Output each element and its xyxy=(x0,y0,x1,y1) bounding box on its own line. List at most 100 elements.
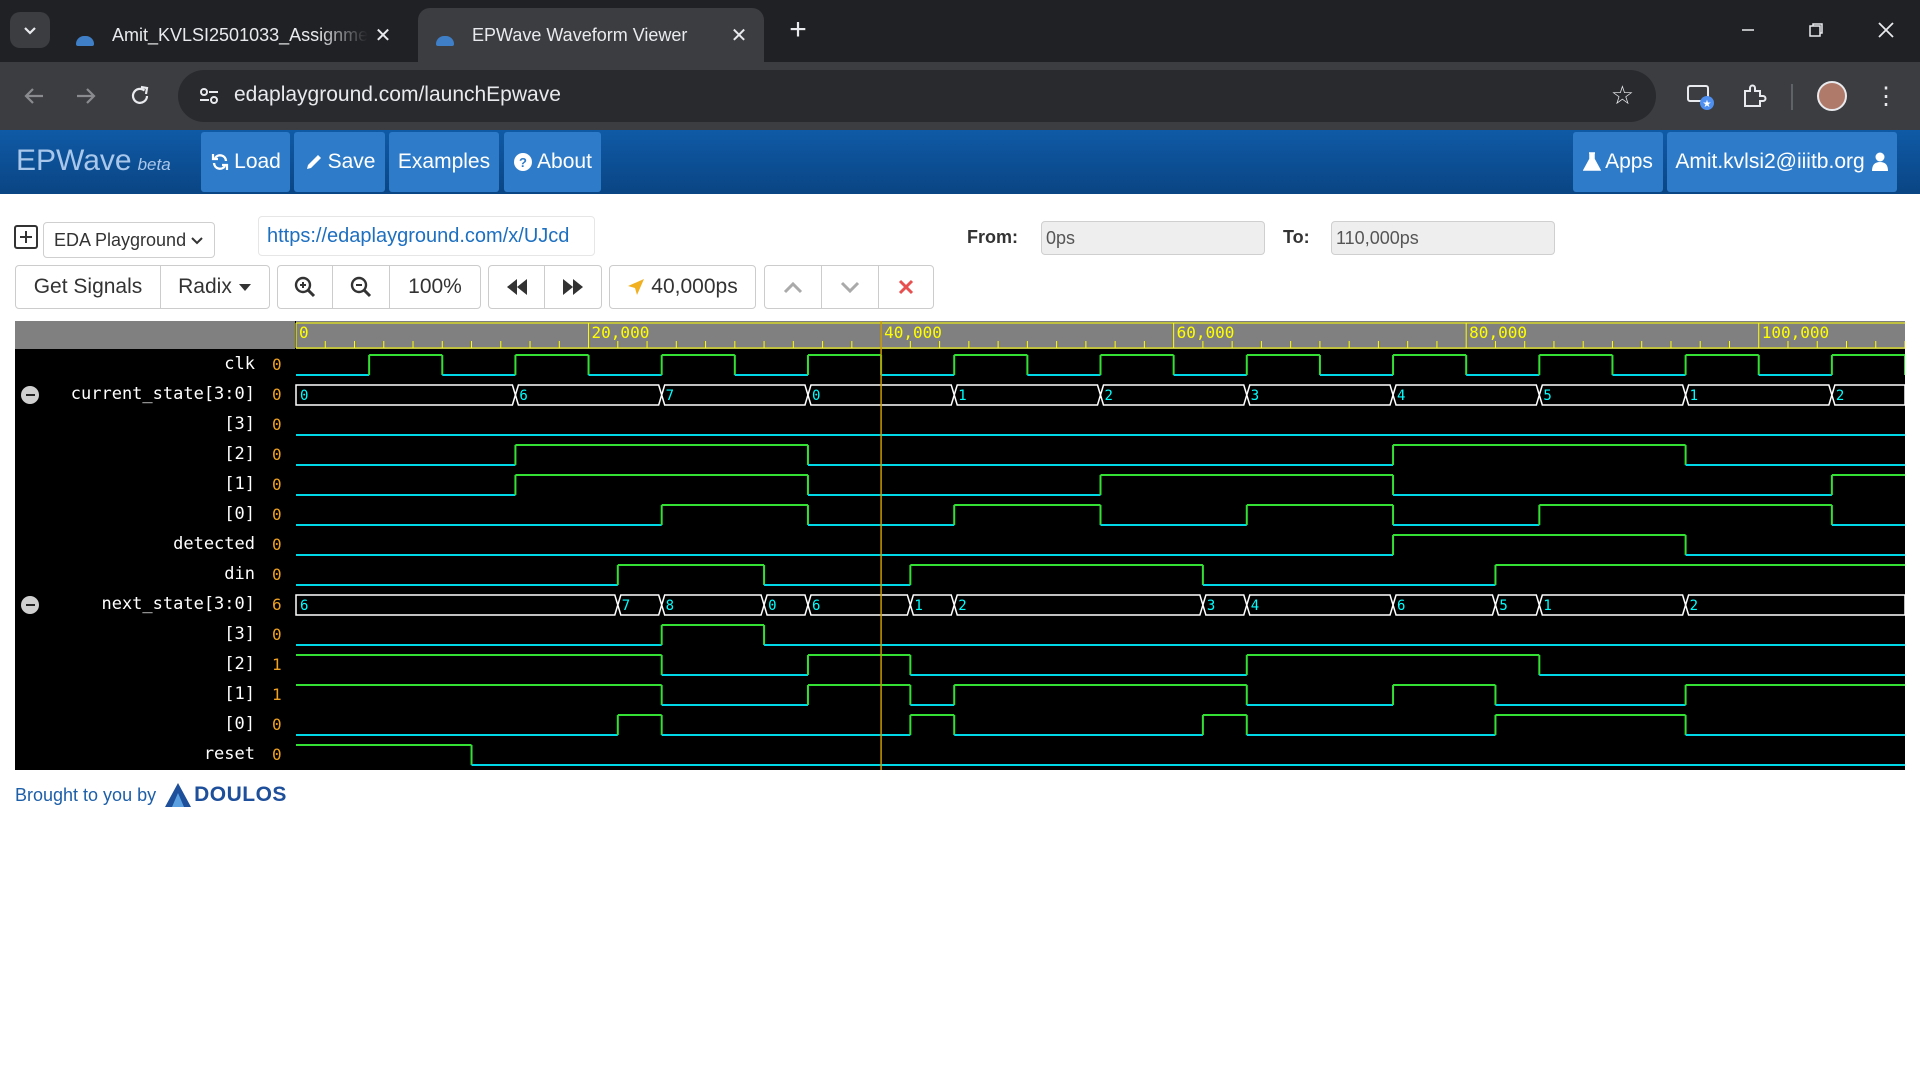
signal-name[interactable]: reset xyxy=(204,744,255,764)
signal-name[interactable]: detected xyxy=(173,534,255,554)
bus-value-label: 6 xyxy=(519,388,527,404)
browser-tabstrip: Amit_KVLSI2501033_Assignment ✕ EPWave Wa… xyxy=(0,0,1920,62)
tab-assignment[interactable]: Amit_KVLSI2501033_Assignment ✕ xyxy=(58,8,408,62)
signal-name[interactable]: [3] xyxy=(224,624,255,644)
collapse-bus-icon[interactable] xyxy=(21,386,39,404)
back-button[interactable] xyxy=(14,76,54,116)
bus-value-label: 7 xyxy=(666,388,674,404)
bus-segment xyxy=(953,384,1102,406)
load-button[interactable]: Load xyxy=(201,132,290,192)
waveform-canvas[interactable]: 0 20,000 40,000 60,000 80,000 100,000 0 6 7 0 1 2 3 4… xyxy=(15,321,1905,770)
tab-epwave[interactable]: EPWave Waveform Viewer ✕ xyxy=(418,8,764,62)
bus-value-label: 6 xyxy=(812,598,820,614)
bus-segment xyxy=(1099,384,1248,406)
signal-value: 0 xyxy=(272,355,282,374)
zoom-level[interactable]: 100% xyxy=(389,265,481,309)
footer-text: Brought to you by xyxy=(15,784,157,805)
new-tab-button[interactable]: + xyxy=(780,12,816,48)
about-button[interactable]: ? About xyxy=(504,132,601,192)
move-signal-down-button[interactable] xyxy=(821,265,879,309)
radix-dropdown[interactable]: Radix xyxy=(160,265,270,309)
bus-segment xyxy=(295,384,517,406)
examples-button[interactable]: Examples xyxy=(389,132,499,192)
previous-edge-button[interactable] xyxy=(488,265,545,309)
ruler-label: 40,000 xyxy=(884,323,942,342)
signal-name[interactable]: next_state[3:0] xyxy=(101,594,255,614)
signal-name[interactable]: [2] xyxy=(224,444,255,464)
signal-name[interactable]: din xyxy=(224,564,255,584)
svg-text:★: ★ xyxy=(1703,99,1712,110)
chevron-down-icon xyxy=(24,27,36,35)
signal-name[interactable]: clk xyxy=(224,354,255,374)
signal-value: 0 xyxy=(272,625,282,644)
source-select[interactable]: EDA Playground xyxy=(43,222,215,258)
zoom-in-button[interactable] xyxy=(277,265,333,309)
bus-segment xyxy=(807,594,912,616)
url-text[interactable]: edaplayground.com/launchEpwave xyxy=(234,83,561,107)
user-icon xyxy=(1871,152,1888,171)
add-panel-button[interactable] xyxy=(14,225,38,249)
forward-button[interactable] xyxy=(66,76,106,116)
signal-name[interactable]: current_state[3:0] xyxy=(71,384,255,404)
signal-name[interactable]: [0] xyxy=(224,714,255,734)
bus-value-label: 2 xyxy=(1105,388,1113,404)
reload-button[interactable] xyxy=(120,76,160,116)
profile-avatar[interactable] xyxy=(1814,78,1850,114)
load-label: Load xyxy=(234,150,281,173)
close-tab-icon[interactable]: ✕ xyxy=(724,23,754,48)
site-settings-icon[interactable] xyxy=(194,82,224,110)
refresh-icon xyxy=(212,154,229,170)
from-time-input[interactable]: 0ps xyxy=(1041,221,1265,255)
user-account-button[interactable]: Amit.kvlsi2@iiitb.org xyxy=(1667,132,1897,192)
browser-menu-icon[interactable]: ⋮ xyxy=(1868,78,1904,114)
bus-value-label: 5 xyxy=(1499,598,1507,614)
user-email: Amit.kvlsi2@iiitb.org xyxy=(1675,150,1865,173)
cursor-time-label: 40,000ps xyxy=(651,275,738,298)
address-bar[interactable]: edaplayground.com/launchEpwave ☆ xyxy=(178,70,1656,122)
save-button[interactable]: Save xyxy=(294,132,385,192)
epwave-logo[interactable]: EPWave beta xyxy=(16,144,171,178)
signal-name[interactable]: [1] xyxy=(224,684,255,704)
close-window-button[interactable] xyxy=(1858,10,1914,50)
bus-value-label: 6 xyxy=(300,598,308,614)
waveform-panel[interactable]: 0 20,000 40,000 60,000 80,000 100,000 0 6 7 0 1 2 3 4… xyxy=(15,321,1905,770)
bus-value-label: 2 xyxy=(1836,388,1844,404)
bus-value-label: 1 xyxy=(958,388,966,404)
reload-icon xyxy=(131,85,149,104)
restore-icon xyxy=(1809,23,1823,37)
restore-button[interactable] xyxy=(1788,10,1844,50)
tab-search-button[interactable] xyxy=(10,12,50,48)
remove-signal-button[interactable] xyxy=(878,265,934,309)
get-signals-button[interactable]: Get Signals xyxy=(15,265,161,309)
bus-segment xyxy=(1392,384,1541,406)
signal-name[interactable]: [1] xyxy=(224,474,255,494)
footer-credit: Brought to you by DOULOS xyxy=(15,782,287,808)
collapse-bus-icon[interactable] xyxy=(21,596,39,614)
cast-extension-icon[interactable]: ★ xyxy=(1682,78,1718,114)
minimize-button[interactable] xyxy=(1720,10,1776,50)
cursor-time-button[interactable]: 40,000ps xyxy=(609,265,756,309)
bus-segment xyxy=(1538,384,1687,406)
signal-name[interactable]: [3] xyxy=(224,414,255,434)
bus-segment xyxy=(1684,384,1833,406)
zoom-out-button[interactable] xyxy=(332,265,390,309)
plus-square-icon xyxy=(20,231,32,243)
to-time-input[interactable]: 110,000ps xyxy=(1331,221,1555,255)
bus-value-label: 0 xyxy=(300,388,308,404)
doulos-logo[interactable]: DOULOS xyxy=(164,782,287,808)
close-x-icon xyxy=(898,279,914,295)
signal-name[interactable]: [0] xyxy=(224,504,255,524)
brand-name: EPWave xyxy=(16,144,132,177)
next-edge-button[interactable] xyxy=(544,265,602,309)
radix-label: Radix xyxy=(178,275,232,298)
close-tab-icon[interactable]: ✕ xyxy=(368,23,398,48)
share-link[interactable]: https://edaplayground.com/x/UJcd xyxy=(258,216,595,256)
move-signal-up-button[interactable] xyxy=(764,265,822,309)
share-link-text[interactable]: https://edaplayground.com/x/UJcd xyxy=(267,225,569,248)
apps-button[interactable]: Apps xyxy=(1573,132,1663,192)
bus-value-label: 2 xyxy=(958,598,966,614)
brand-beta: beta xyxy=(137,155,171,174)
extensions-puzzle-icon[interactable] xyxy=(1736,78,1772,114)
bookmark-star-icon[interactable]: ☆ xyxy=(1611,80,1634,111)
signal-name[interactable]: [2] xyxy=(224,654,255,674)
